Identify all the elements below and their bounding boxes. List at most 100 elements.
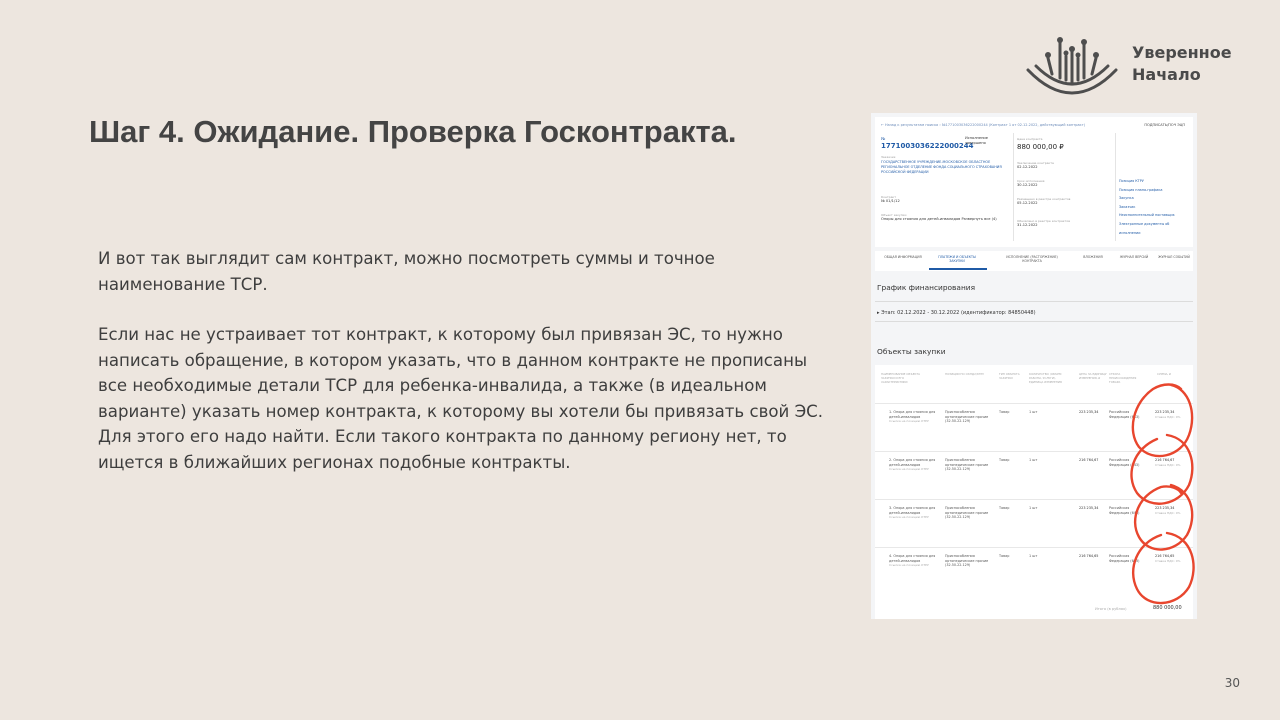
tab-payments: ПЛАТЕЖИ И ОБЪЕКТЫ ЗАКУПКИ: [938, 255, 976, 264]
sunrise-logo-icon: [1026, 37, 1118, 95]
row-sum-text: 216 764,67: [1155, 458, 1175, 462]
row-vat: Ставка НДС: 0%: [1155, 510, 1181, 515]
row-name-sub: Ссылка на позицию КТРУ: [889, 467, 929, 472]
brand-logo: Уверенное Начало: [1024, 36, 1244, 100]
link-plan: Позиция плана-графика: [1119, 187, 1163, 192]
finance-title: График финансирования: [877, 283, 976, 292]
tab-attachments: ВЛОЖЕНИЯ: [1083, 255, 1103, 259]
slide-title: Шаг 4. Ожидание. Проверка Госконтракта.: [89, 114, 737, 149]
th-okpd: ПОЗИЦИИ ПО ОКПД2/КТРУ: [945, 372, 984, 376]
brand-line-1: Уверенное: [1132, 43, 1232, 62]
link-supplier: Неисполнительный поставщик: [1119, 213, 1175, 218]
row-qty: 1 шт: [1029, 554, 1038, 558]
active-tab-indicator: [929, 268, 987, 270]
contract-status: Исполнение завершено: [965, 136, 988, 145]
row-unit-price: 223 235,34: [1079, 506, 1099, 510]
row-name-sub: Ссылка на позицию КТРУ: [889, 563, 929, 568]
sign-button: ПОДПИСАТЬ/ПОЧ ЭЦП: [1144, 123, 1185, 127]
price-label: Цена контракта: [1017, 137, 1042, 141]
row-type: Товар: [999, 554, 1010, 558]
th-sum: СУММА, ₽: [1157, 372, 1171, 376]
body-paragraph-1: И вот так выглядит сам контракт, можно п…: [98, 249, 715, 294]
row-sum: 216 764,65 Ставка НДС: 0%: [1155, 554, 1180, 563]
row-okpd: Приспособления ортопедические прочие (32…: [945, 506, 989, 520]
separator: [875, 321, 1193, 322]
object-info: Объект закупки Опоры для стояния для дет…: [881, 213, 1011, 221]
th-unit-price: ЦЕНА ЗА ЕДИНИЦУ ИЗМЕРЕНИЯ, ₽: [1079, 372, 1107, 380]
table-row: 3. Опора для стояния для детей-инвалидов…: [875, 499, 1193, 548]
purchase-objects-table: НАИМЕНОВАНИЕ ОБЪЕКТА ЗАКУПКИ И ЕГО ХАРАК…: [875, 365, 1193, 619]
row-name-sub: Ссылка на позицию КТРУ: [889, 419, 929, 424]
row-name-text: 4. Опора для стояния для детей-инвалидов: [889, 554, 936, 563]
row-name: 3. Опора для стояния для детей-инвалидов…: [889, 506, 941, 520]
row-sum: 223 235,34 Ставка НДС: 0%: [1155, 410, 1180, 419]
row-name: 2. Опора для стояния для детей-инвалидов…: [889, 458, 941, 472]
table-row: 2. Опора для стояния для детей-инвалидов…: [875, 451, 1193, 500]
contract-screenshot: ← Назад к результатам поиска › №17710030…: [871, 113, 1197, 619]
total-value: 880 000,00: [1153, 605, 1182, 611]
row-sum-text: 223 235,34: [1155, 506, 1175, 510]
th-qty: КОЛИЧЕСТВО (ОБЪЕМ РАБОТЫ, УСЛУГИ), ЕДИНИ…: [1029, 372, 1062, 384]
table-row: 1. Опора для стояния для детей-инвалидов…: [875, 403, 1193, 452]
breadcrumb: ← Назад к результатам поиска › №17710030…: [881, 123, 1086, 127]
contract-header-card: ← Назад к результатам поиска › №17710030…: [875, 117, 1193, 247]
table-row: 4. Опора для стояния для детей-инвалидов…: [875, 547, 1193, 596]
date-value: 02.12.2022: [1017, 165, 1038, 169]
row-qty: 1 шт: [1029, 410, 1038, 414]
link-edocs: Электронные документы об исполнении: [1119, 221, 1170, 235]
page-number: 30: [1224, 676, 1240, 690]
customer-name: ГОСУДАРСТВЕННОЕ УЧРЕЖДЕНИЕ-МОСКОВСКОЕ ОБ…: [881, 160, 1002, 174]
tab-versions: ЖУРНАЛ ВЕРСИЙ: [1119, 255, 1149, 259]
contract-value: № 01/1/12: [881, 199, 900, 203]
date-3: Размещено в реестре контрактов 05.12.202…: [1017, 197, 1089, 205]
reg-number-label: №: [881, 136, 886, 141]
customer-org: Заказчик ГОСУДАРСТВЕННОЕ УЧРЕЖДЕНИЕ-МОСК…: [881, 155, 1011, 175]
row-type: Товар: [999, 506, 1010, 510]
total-label: Итого (в рублях): [1095, 607, 1127, 611]
row-okpd: Приспособления ортопедические прочие (32…: [945, 554, 989, 568]
date-value: 31.12.2022: [1017, 223, 1038, 227]
slide-body: И вот так выглядит сам контракт, можно п…: [98, 246, 838, 500]
reg-number: 1771003036222000244: [881, 142, 974, 150]
row-name-text: 3. Опора для стояния для детей-инвалидов: [889, 506, 936, 515]
separator: [875, 301, 1193, 302]
row-qty: 1 шт: [1029, 506, 1038, 510]
row-vat: Ставка НДС: 0%: [1155, 414, 1181, 419]
tab-general: ОБЩАЯ ИНФОРМАЦИЯ: [884, 255, 922, 259]
date-value: 30.12.2022: [1017, 183, 1038, 187]
row-country: Российская Федерация (643): [1109, 458, 1140, 467]
row-name-text: 1. Опора для стояния для детей-инвалидов: [889, 410, 936, 419]
tab-execution: ИСПОЛНЕНИЕ (РАСТОРЖЕНИЕ) КОНТРАКТА: [1006, 255, 1058, 264]
tab-events: ЖУРНАЛ СОБЫТИЙ: [1158, 255, 1190, 259]
row-sum: 223 235,34 Ставка НДС: 0%: [1155, 506, 1180, 515]
row-qty: 1 шт: [1029, 458, 1038, 462]
finance-stage: ▸ Этап: 02.12.2022 - 30.12.2022 (идентиф…: [877, 310, 1036, 316]
row-vat: Ставка НДС: 0%: [1155, 558, 1181, 563]
row-vat: Ставка НДС: 0%: [1155, 462, 1181, 467]
th-name: НАИМЕНОВАНИЕ ОБЪЕКТА ЗАКУПКИ И ЕГО ХАРАК…: [881, 372, 921, 384]
contract-price: 880 000,00 ₽: [1017, 143, 1064, 151]
contract-info: Контракт № 01/1/12: [881, 195, 900, 203]
row-unit-price: 216 764,65: [1079, 554, 1099, 558]
price-label-text: Цена контракта: [1017, 137, 1043, 141]
row-unit-price: 223 235,34: [1079, 410, 1099, 414]
body-paragraph-2: Если нас не устраивает тот контракт, к к…: [98, 325, 824, 472]
row-type: Товар: [999, 458, 1010, 462]
brand-name: Уверенное Начало: [1132, 42, 1232, 86]
row-sum-text: 223 235,34: [1155, 410, 1175, 414]
row-name-sub: Ссылка на позицию КТРУ: [889, 515, 929, 520]
date-1: Заключение контракта 02.12.2022: [1017, 161, 1054, 169]
row-name-text: 2. Опора для стояния для детей-инвалидов: [889, 458, 936, 467]
row-type: Товар: [999, 410, 1010, 414]
object-value: Опоры для стояния для детей-инвалидов Ра…: [881, 217, 997, 221]
row-name: 1. Опора для стояния для детей-инвалидов…: [889, 410, 941, 424]
row-sum-text: 216 764,65: [1155, 554, 1175, 558]
row-country: Российская Федерация (643): [1109, 554, 1140, 563]
date-4: Обновлено в реестре контрактов 31.12.202…: [1017, 219, 1089, 227]
link-customer: Заказчик: [1119, 204, 1136, 209]
contract-tabs: ОБЩАЯ ИНФОРМАЦИЯ ПЛАТЕЖИ И ОБЪЕКТЫ ЗАКУП…: [875, 251, 1193, 271]
column-divider: [1115, 133, 1116, 241]
date-value: 05.12.2022: [1017, 201, 1038, 205]
column-divider: [1013, 133, 1014, 241]
row-okpd: Приспособления ортопедические прочие (32…: [945, 458, 989, 472]
